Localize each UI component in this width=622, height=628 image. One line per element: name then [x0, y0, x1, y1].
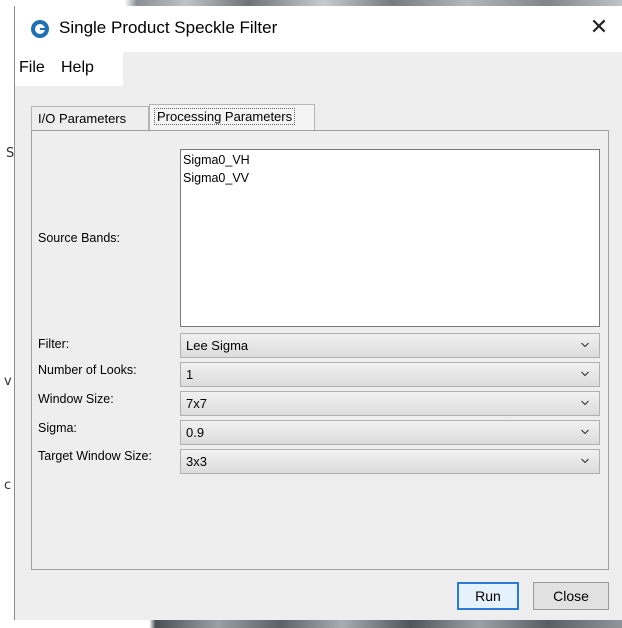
sigma-value: 0.9: [186, 425, 205, 440]
filter-value: Lee Sigma: [186, 338, 249, 353]
menu-help[interactable]: Help: [61, 59, 94, 77]
window-title: Single Product Speckle Filter: [59, 18, 278, 37]
filter-dropdown[interactable]: Lee Sigma: [180, 333, 600, 358]
sigma-label: Sigma:: [38, 421, 77, 435]
close-icon[interactable]: ✕: [585, 14, 613, 42]
list-item[interactable]: Sigma0_VV: [183, 171, 249, 185]
list-item[interactable]: Sigma0_VH: [183, 153, 250, 167]
dialog-content: I/O Parameters Processing Parameters Sou…: [15, 86, 622, 620]
run-button[interactable]: Run: [457, 582, 519, 610]
target-window-size-dropdown[interactable]: 3x3: [180, 449, 600, 474]
number-of-looks-value: 1: [186, 367, 194, 382]
background-left-strip: [0, 0, 14, 628]
sigma-dropdown[interactable]: 0.9: [180, 420, 600, 445]
menu-bar: File Help: [15, 52, 622, 86]
tab-processing-label: Processing Parameters: [154, 108, 296, 125]
snap-app-icon: [31, 20, 49, 38]
chevron-down-icon: [581, 429, 589, 435]
background-imagery-bottom: [0, 620, 622, 628]
speckle-filter-dialog: Single Product Speckle Filter ✕ File Hel…: [14, 6, 622, 620]
source-bands-list[interactable]: Sigma0_VH Sigma0_VV: [180, 149, 600, 327]
chevron-down-icon: [581, 458, 589, 464]
target-window-size-value: 3x3: [186, 454, 207, 469]
filter-label: Filter:: [38, 337, 70, 351]
close-button[interactable]: Close: [533, 582, 609, 610]
window-size-label: Window Size:: [38, 392, 114, 406]
title-bar[interactable]: Single Product Speckle Filter ✕: [15, 6, 622, 52]
target-window-size-label: Target Window Size:: [38, 449, 152, 463]
processing-parameters-panel: Source Bands: Sigma0_VH Sigma0_VV Filter…: [31, 130, 609, 570]
source-bands-label: Source Bands:: [38, 231, 120, 245]
window-size-dropdown[interactable]: 7x7: [180, 391, 600, 416]
chevron-down-icon: [581, 371, 589, 377]
window-size-value: 7x7: [186, 396, 207, 411]
number-of-looks-label: Number of Looks:: [38, 363, 137, 377]
chevron-down-icon: [581, 400, 589, 406]
tab-io-parameters[interactable]: I/O Parameters: [31, 106, 149, 130]
number-of-looks-dropdown[interactable]: 1: [180, 362, 600, 387]
menu-file[interactable]: File: [19, 59, 45, 77]
background-glyph-v: v: [4, 374, 12, 389]
tab-processing-parameters[interactable]: Processing Parameters: [149, 104, 315, 131]
chevron-down-icon: [581, 342, 589, 348]
background-glyph-c: c: [4, 478, 12, 493]
